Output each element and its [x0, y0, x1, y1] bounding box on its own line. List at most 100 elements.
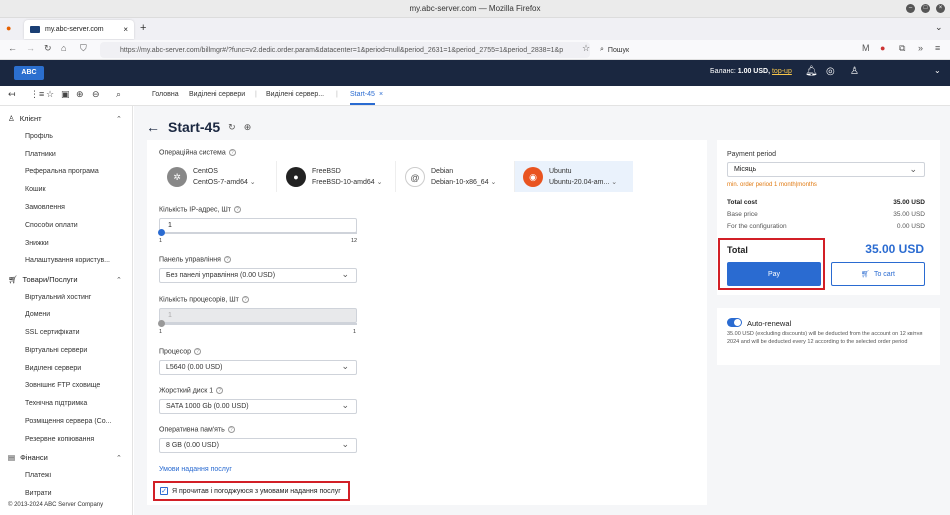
- sidebar-item-vps[interactable]: Віртуальні сервери: [25, 347, 130, 354]
- logo[interactable]: ABC: [14, 66, 44, 80]
- sidebar-item-payers[interactable]: Платники: [25, 151, 130, 158]
- tab-list-icon[interactable]: ⌄: [935, 22, 943, 33]
- window-titlebar: my.abc-server.com — Mozilla Firefox: [0, 0, 950, 18]
- help-icon[interactable]: ?: [228, 149, 236, 156]
- browser-tab[interactable]: my.abc-server.com ×: [24, 20, 134, 39]
- add-icon[interactable]: ⊕: [76, 89, 84, 100]
- sidebar-item-profile[interactable]: Профіль: [25, 133, 130, 140]
- refresh-icon[interactable]: ↻: [228, 122, 236, 133]
- sidebar-item-ftp[interactable]: Зовнішнє FTP сховище: [25, 382, 130, 389]
- support-icon[interactable]: ◎: [826, 66, 835, 77]
- sidebar-item-payment-methods[interactable]: Способи оплати: [25, 222, 130, 229]
- help-icon[interactable]: ?: [223, 256, 231, 263]
- briefcase-icon[interactable]: ▣: [61, 89, 70, 100]
- sidebar-item-hosting[interactable]: Віртуальний хостинг: [25, 294, 130, 301]
- sidebar-item-ssl[interactable]: SSL сертифікати: [25, 329, 130, 336]
- pay-button[interactable]: Pay: [727, 262, 821, 286]
- os-version[interactable]: Debian-10-x86_64: [431, 178, 496, 186]
- cart-icon: 🛒︎: [8, 275, 18, 284]
- new-tab-icon[interactable]: +: [140, 22, 146, 34]
- sidebar-item-referral[interactable]: Реферальна програма: [25, 168, 130, 175]
- favorites-star-icon[interactable]: ☆: [46, 89, 54, 100]
- reload-icon[interactable]: ↻: [44, 43, 52, 54]
- breadcrumb-current[interactable]: Start-45: [350, 91, 375, 105]
- os-option-centos[interactable]: ✲ CentOS CentOS-7-amd64: [159, 161, 277, 192]
- sidebar-item-user-settings[interactable]: Налаштування користув...: [25, 257, 130, 264]
- breadcrumb-home[interactable]: Головна: [152, 91, 179, 98]
- auto-renewal-label: Auto-renewal: [747, 319, 792, 328]
- sidebar-item-orders[interactable]: Замовлення: [25, 204, 130, 211]
- notification-bell-icon[interactable]: 🔔︎: [805, 66, 818, 77]
- disk-select[interactable]: SATA 1000 Gb (0.00 USD): [159, 399, 357, 414]
- forward-icon[interactable]: →: [26, 43, 35, 53]
- sidebar-item-expenses[interactable]: Витрати: [25, 490, 130, 497]
- os-option-freebsd[interactable]: ● FreeBSD FreeBSD-10-amd64: [278, 161, 396, 192]
- agree-checkbox-row[interactable]: ✓ Я прочитав і погоджуюся з умовами нада…: [153, 481, 350, 501]
- url-text: https://my.abc-server.com/billmgr#/?func…: [120, 46, 564, 54]
- os-option-ubuntu[interactable]: ◉ Ubuntu Ubuntu-20.04-am...: [515, 161, 633, 192]
- collapse-menu-icon[interactable]: ↤: [8, 89, 16, 100]
- remove-icon[interactable]: ⊖: [92, 89, 100, 100]
- overflow-icon[interactable]: »: [918, 43, 923, 53]
- os-version[interactable]: Ubuntu-20.04-am...: [549, 178, 617, 186]
- sidebar-group-client[interactable]: ♙ Клієнт ⌃: [8, 114, 122, 123]
- close-icon[interactable]: ×: [936, 4, 945, 13]
- breadcrumb-divider: |: [336, 91, 338, 98]
- os-version[interactable]: FreeBSD-10-amd64: [312, 178, 382, 186]
- ip-count-slider[interactable]: [158, 229, 357, 236]
- back-arrow-icon[interactable]: ←: [146, 119, 160, 135]
- os-option-debian[interactable]: @ Debian Debian-10-x86_64: [397, 161, 515, 192]
- search-icon[interactable]: ⌕: [116, 89, 121, 100]
- url-bar[interactable]: https://my.abc-server.com/billmgr#/?func…: [100, 42, 590, 58]
- sidebar-item-domains[interactable]: Домени: [25, 311, 130, 318]
- payment-period-select[interactable]: Місяць: [727, 162, 925, 177]
- sidebar-item-backup[interactable]: Резервне копіювання: [25, 436, 130, 443]
- auto-renewal-toggle[interactable]: [727, 318, 742, 327]
- help-icon[interactable]: ?: [216, 387, 224, 394]
- globe-icon[interactable]: ⊕: [244, 122, 252, 133]
- breadcrumb-dedicated-sub[interactable]: Виділені сервер...: [266, 91, 324, 98]
- close-tab-icon[interactable]: ×: [379, 91, 383, 98]
- help-icon[interactable]: ?: [227, 426, 235, 433]
- sidebar-group-products[interactable]: 🛒︎ Товари/Послуги ⌃: [8, 275, 122, 284]
- terms-link[interactable]: Умови надання послуг: [159, 466, 232, 473]
- chevron-up-icon: ⌃: [116, 454, 122, 462]
- tree-icon[interactable]: ⋮≡: [30, 89, 44, 100]
- puzzle-icon[interactable]: ⧉: [899, 43, 905, 54]
- sidebar-item-discounts[interactable]: Знижки: [25, 240, 130, 247]
- help-icon[interactable]: ?: [194, 348, 202, 355]
- minimize-icon[interactable]: –: [906, 4, 915, 13]
- sidebar-item-support[interactable]: Технічна підтримка: [25, 400, 130, 407]
- shield-icon[interactable]: ⛉: [80, 43, 87, 54]
- os-version[interactable]: CentOS-7-amd64: [193, 178, 256, 186]
- ip-count-input[interactable]: 1: [159, 218, 357, 233]
- ubuntu-icon: ◉: [523, 166, 543, 187]
- sidebar-item-dedicated[interactable]: Виділені сервери: [25, 365, 130, 372]
- sidebar-item-payments[interactable]: Платежі: [25, 472, 130, 479]
- bookmark-star-icon[interactable]: ☆: [582, 43, 590, 54]
- user-menu-chevron-icon[interactable]: ⌄: [934, 66, 941, 75]
- menu-icon[interactable]: ≡: [935, 43, 940, 53]
- control-panel-select[interactable]: Без панелі управління (0.00 USD): [159, 268, 357, 283]
- maximize-icon[interactable]: □: [921, 4, 930, 13]
- tab-close-icon[interactable]: ×: [123, 25, 128, 34]
- sidebar-item-colocation[interactable]: Розміщення сервера (Co...: [25, 418, 130, 425]
- topup-link[interactable]: top-up: [772, 68, 792, 75]
- user-icon[interactable]: ♙: [850, 66, 859, 77]
- gmail-icon[interactable]: M: [862, 43, 870, 53]
- sidebar-item-cart[interactable]: Кошик: [25, 186, 130, 193]
- ip-count-label: Кількість IP-адрес, Шт?: [159, 206, 241, 213]
- slider-handle[interactable]: [158, 229, 165, 236]
- ram-select[interactable]: 8 GB (0.00 USD): [159, 438, 357, 453]
- extension-icon[interactable]: ●: [880, 43, 885, 53]
- search-field[interactable]: ⌕ Пошук: [600, 42, 840, 58]
- checkbox-checked-icon[interactable]: ✓: [160, 487, 168, 495]
- back-icon[interactable]: ←: [8, 43, 17, 53]
- help-icon[interactable]: ?: [241, 296, 249, 303]
- breadcrumb-dedicated[interactable]: Виділені сервери: [189, 91, 245, 98]
- sidebar-group-finance[interactable]: ▤ Фінанси ⌃: [8, 453, 122, 462]
- cpu-select[interactable]: L5640 (0.00 USD): [159, 360, 357, 375]
- home-icon[interactable]: ⌂: [61, 43, 66, 53]
- help-icon[interactable]: ?: [234, 206, 241, 213]
- to-cart-button[interactable]: 🛒︎ To cart: [831, 262, 925, 286]
